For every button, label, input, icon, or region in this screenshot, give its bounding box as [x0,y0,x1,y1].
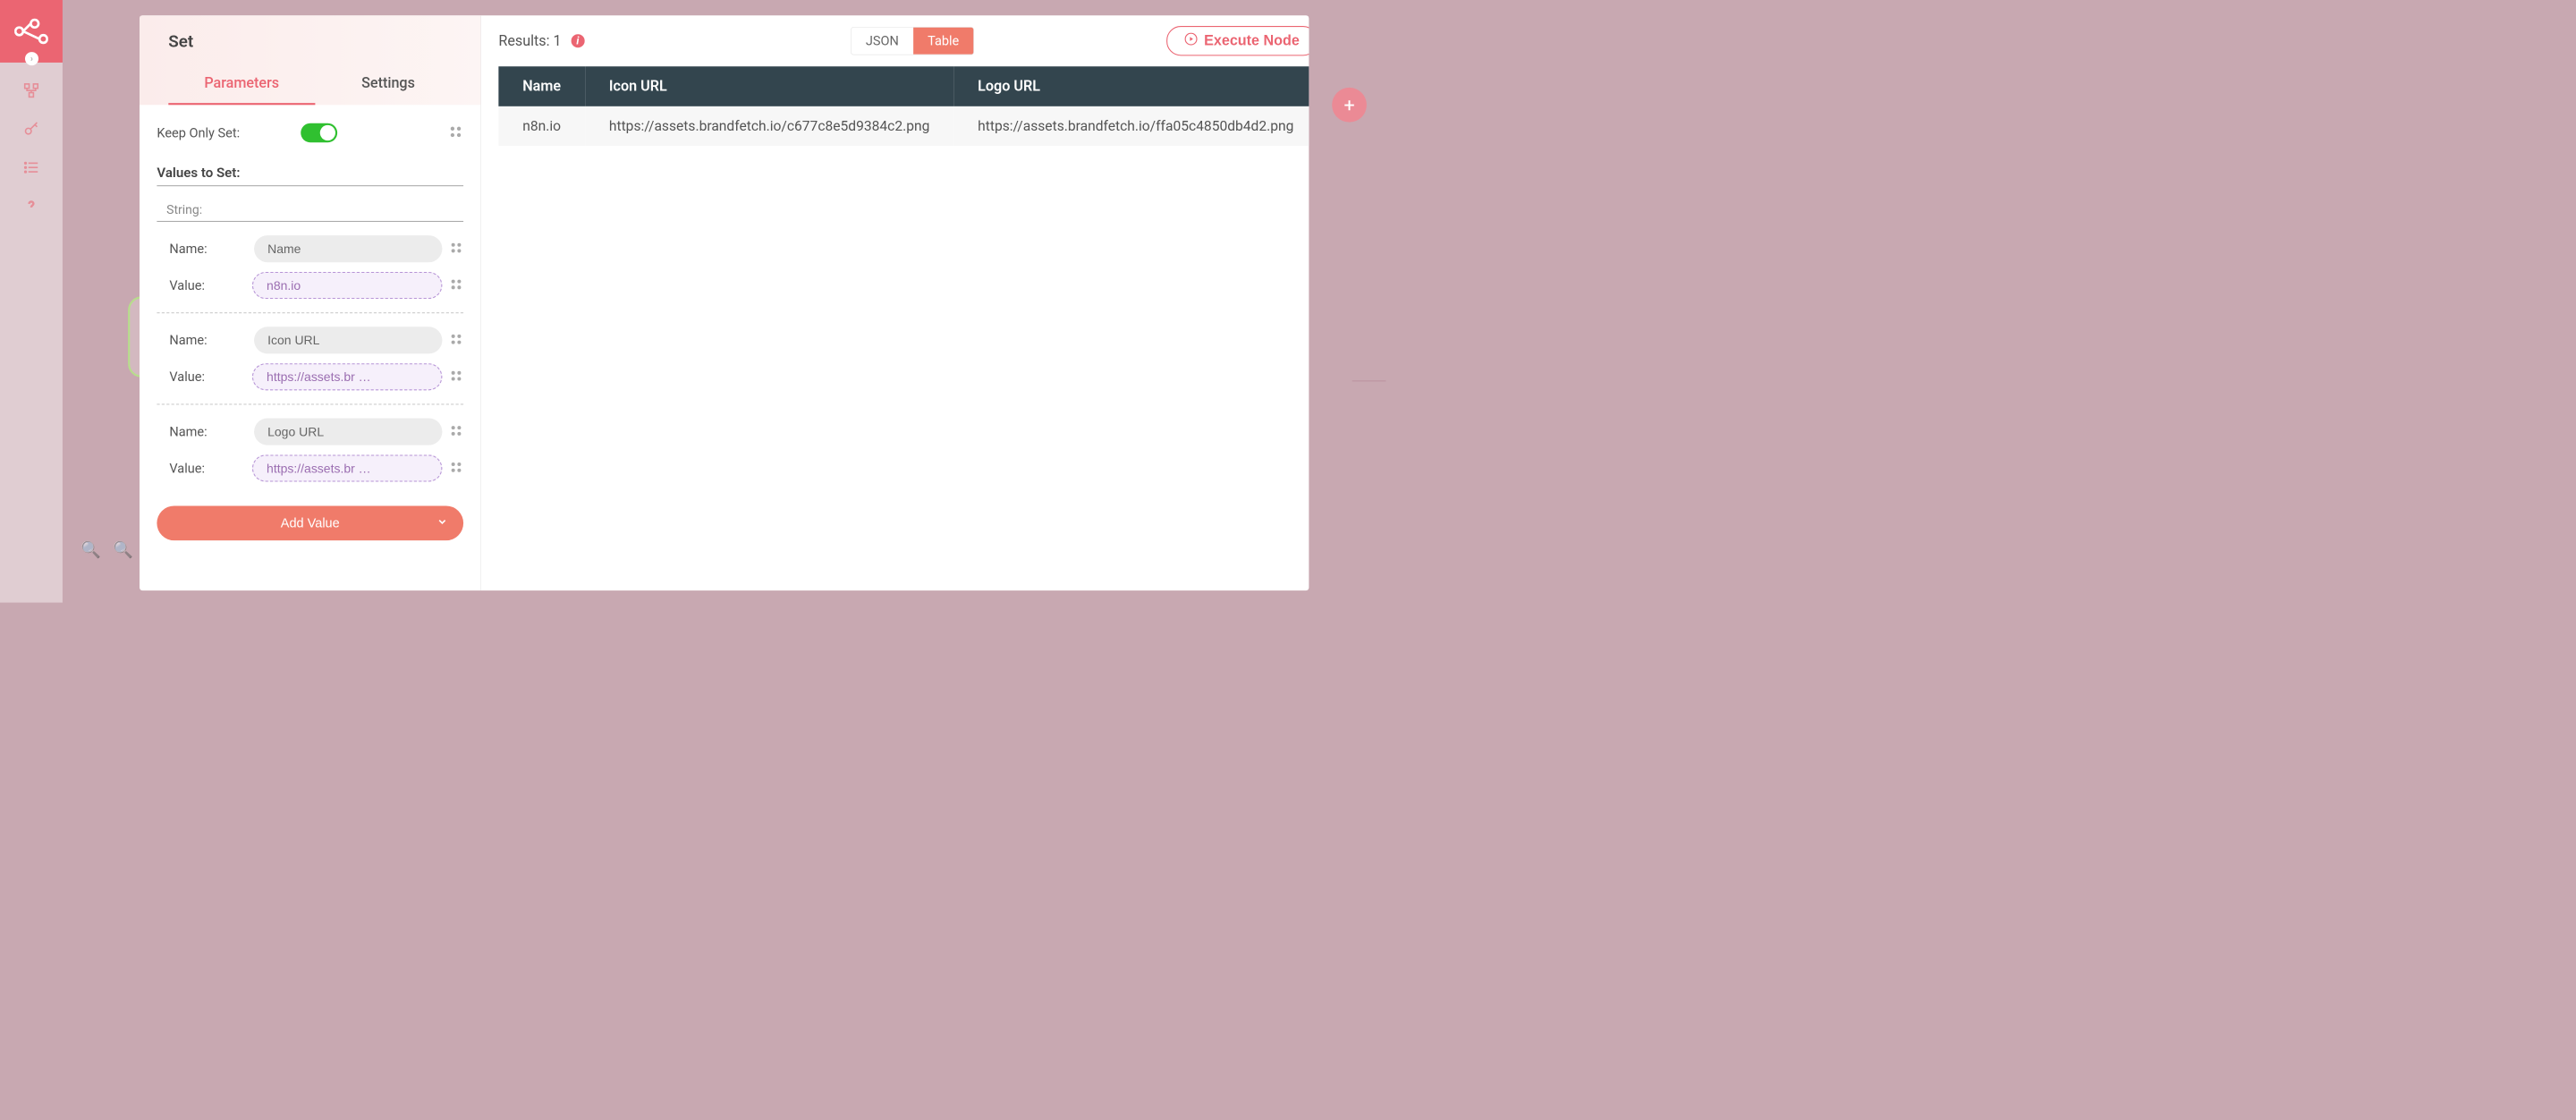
results-table: Name Icon URL Logo URL n8n.io https://as… [498,66,1309,146]
name-input[interactable] [254,235,442,262]
n8n-logo-icon [14,17,48,46]
results-table-wrap: Name Icon URL Logo URL n8n.io https://as… [481,66,1309,146]
value-label: Value: [169,277,245,293]
name-input[interactable] [254,419,442,445]
keep-only-set-label: Keep Only Set: [157,125,240,140]
gear-icon[interactable] [449,369,463,385]
name-label: Name: [169,242,247,257]
play-icon [1185,33,1198,49]
key-icon[interactable] [22,121,39,140]
panel-header: Set Parameters Settings [140,15,480,105]
string-group-2: Name: Value: [157,404,463,495]
execute-node-label: Execute Node [1204,33,1300,49]
results-bar: Results: 1 i JSON Table Execute Node [481,15,1309,66]
name-label: Name: [169,333,247,348]
value-label: Value: [169,369,245,385]
add-node-button[interactable]: + [1332,88,1367,123]
keep-only-set-row: Keep Only Set: [157,119,463,146]
gear-icon[interactable] [449,277,463,293]
col-icon-url: Icon URL [585,66,953,106]
cell-name: n8n.io [498,106,585,146]
cell-logo-url: https://assets.brandfetch.io/ffa05c4850d… [953,106,1309,146]
name-label: Name: [169,424,247,439]
keep-only-set-toggle[interactable] [301,123,337,143]
col-name: Name [498,66,585,106]
list-icon[interactable] [22,159,39,179]
zoom-controls: 🔍 🔍 [80,540,132,560]
gear-icon[interactable] [449,423,463,439]
results-count: Results: 1 [498,32,561,49]
table-row[interactable]: n8n.io https://assets.brandfetch.io/c677… [498,106,1309,146]
help-icon[interactable] [22,198,39,217]
table-view-button[interactable]: Table [913,28,973,55]
panel-body: Keep Only Set: Values to Set: String: Na… [140,105,480,550]
zoom-out-icon[interactable]: 🔍 [113,540,133,560]
zoom-in-icon[interactable]: 🔍 [80,540,101,560]
values-section-title: Values to Set: [157,165,463,186]
view-toggle: JSON Table [851,27,974,55]
add-value-button[interactable]: Add Value [157,505,463,540]
canvas-connector [1352,380,1386,382]
tab-settings[interactable]: Settings [315,66,462,106]
col-logo-url: Logo URL [953,66,1309,106]
string-group-0: Name: Value: [157,222,463,313]
name-input[interactable] [254,327,442,353]
gear-icon[interactable] [449,460,463,476]
tabs: Parameters Settings [168,66,462,106]
gear-icon[interactable] [449,332,463,348]
value-input[interactable] [252,363,443,390]
chevron-down-icon [436,515,448,530]
add-value-label: Add Value [281,515,340,530]
cell-icon-url: https://assets.brandfetch.io/c677c8e5d93… [585,106,953,146]
gear-icon[interactable] [449,241,463,257]
string-type-label: String: [157,202,463,222]
string-group-1: Name: Value: [157,313,463,404]
json-view-button[interactable]: JSON [852,28,913,55]
gear-icon[interactable] [448,124,463,141]
results-panel: Results: 1 i JSON Table Execute Node Nam [481,15,1309,590]
execute-node-button[interactable]: Execute Node [1166,26,1309,55]
value-input[interactable] [252,454,443,481]
value-input[interactable] [252,272,443,299]
info-icon[interactable]: i [571,34,584,47]
tab-parameters[interactable]: Parameters [168,66,315,106]
app-sidebar: › [0,0,63,603]
parameters-panel: Set Parameters Settings Keep Only Set: V… [140,15,481,590]
app-logo[interactable]: › [0,0,63,63]
value-label: Value: [169,461,245,476]
node-title: Set [168,32,462,52]
workflow-icon[interactable] [22,81,39,101]
node-editor-modal: Set Parameters Settings Keep Only Set: V… [140,15,1309,590]
sidebar-expand-button[interactable]: › [25,52,38,65]
